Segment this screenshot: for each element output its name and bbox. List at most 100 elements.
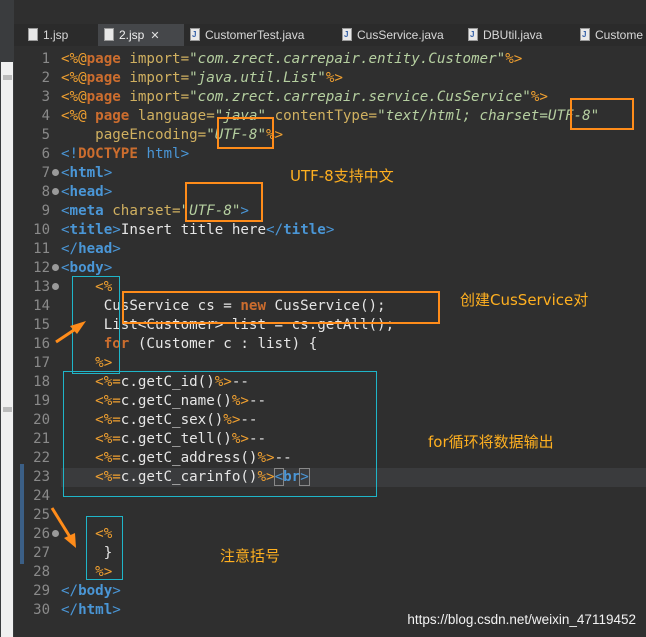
code-token: < — [61, 260, 70, 276]
line-number: 7 — [41, 165, 50, 181]
annotation-for-loop: for循环将数据输出 — [428, 433, 554, 451]
fold-toggle-icon[interactable] — [52, 283, 59, 290]
code-token: < — [61, 203, 70, 219]
code-token: > — [112, 583, 121, 599]
code-token: contentType= — [274, 108, 378, 124]
code-token: head — [78, 241, 113, 257]
code-token: </ — [61, 602, 79, 618]
fold-toggle-icon[interactable] — [52, 530, 59, 537]
code-line: <%@page import="com.zrect.carrepair.enti… — [61, 50, 646, 69]
code-token: "com.zrect.carrepair.service.CusService" — [189, 89, 531, 105]
left-panel-strip — [0, 0, 14, 637]
line-number: 3 — [41, 89, 50, 105]
code-token: < — [61, 165, 70, 181]
line-number: 28 — [33, 564, 50, 580]
line-number: 21 — [33, 431, 50, 447]
highlight-box-meta-charset — [185, 182, 263, 222]
annotation-utf8: UTF-8支持中文 — [290, 167, 394, 185]
line-number: 27 — [33, 545, 50, 561]
line-number: 9 — [41, 203, 50, 219]
code-token: > — [112, 222, 121, 238]
annotation-brackets: 注意括号 — [220, 547, 281, 565]
code-token: "java.util.List" — [189, 70, 326, 86]
line-number: 1 — [41, 51, 50, 67]
panel-scroll-mark — [3, 75, 12, 80]
closing-scriptlet-box — [86, 516, 123, 580]
tab-dbutil-java[interactable]: DBUtil.java — [462, 24, 578, 46]
code-token: page — [95, 108, 130, 124]
code-token: page — [86, 89, 121, 105]
tab-label: 1.jsp — [43, 28, 69, 42]
code-line: %> — [61, 563, 646, 582]
code-token: import= — [129, 89, 190, 105]
code-line: <%@page import="java.util.List"%> — [61, 69, 646, 88]
tab-label: CusService.java — [357, 28, 444, 42]
code-token: DOCTYPE — [78, 146, 138, 162]
code-line: <%@ page language="java" contentType="te… — [61, 107, 646, 126]
line-number: 22 — [33, 450, 50, 466]
scriptlet-region-box — [72, 276, 120, 374]
fold-toggle-icon[interactable] — [52, 264, 59, 271]
java-file-icon — [190, 24, 200, 46]
tab-label: 2.jsp — [119, 28, 145, 42]
close-tab-icon[interactable]: ✕ — [150, 30, 159, 42]
tab-2-jsp[interactable]: 2.jsp ✕ — [98, 24, 184, 46]
line-number: 29 — [33, 583, 50, 599]
line-number: 15 — [33, 317, 50, 333]
tab-customertest-java[interactable]: CustomerTest.java — [182, 24, 340, 46]
line-number: 8 — [41, 184, 50, 200]
highlight-box-cusservice — [122, 291, 440, 324]
tab-label: Custome — [595, 28, 644, 42]
code-line: <% — [61, 525, 646, 544]
code-token: %> — [325, 70, 343, 86]
code-token: <%@ — [61, 70, 87, 86]
line-number: 4 — [41, 108, 50, 124]
code-token: html — [78, 602, 113, 618]
editor-tab-bar: 1.jsp 2.jsp ✕ CustomerTest.java CusServic… — [14, 24, 646, 46]
line-number: 18 — [33, 374, 50, 390]
code-line: </body> — [61, 582, 646, 601]
tab-1-jsp[interactable]: 1.jsp — [20, 24, 100, 46]
code-token: import= — [129, 51, 190, 67]
code-token: Insert title here — [120, 222, 267, 238]
code-token: %> — [530, 89, 548, 105]
code-line: <title>Insert title here</title> — [61, 221, 646, 240]
code-token: <%@ — [61, 108, 87, 124]
code-token: body — [69, 260, 104, 276]
code-token: > — [103, 184, 113, 200]
code-token: import= — [129, 70, 190, 86]
code-token: </ — [61, 241, 79, 257]
fold-toggle-icon[interactable] — [52, 169, 59, 176]
annotation-create-object: 创建CusService对 — [460, 291, 589, 309]
line-number: 16 — [33, 336, 50, 352]
panel-scroll-mark — [3, 407, 12, 412]
line-number: 23 — [33, 469, 50, 485]
code-token: language= — [137, 108, 215, 124]
code-token: > — [103, 165, 113, 181]
code-token: > — [180, 146, 190, 162]
code-token: "text/html; charset= — [377, 108, 548, 124]
code-token: "com.zrect.carrepair.entity.Customer" — [189, 51, 506, 67]
code-token: <%@ — [61, 51, 87, 67]
tab-customer-java[interactable]: Custome — [574, 24, 646, 46]
line-number: 2 — [41, 70, 50, 86]
watermark: https://blog.csdn.net/weixin_47119452 — [407, 612, 636, 627]
code-token: < — [61, 184, 70, 200]
code-token: %> — [505, 51, 523, 67]
code-line: <meta charset="UTF-8"> — [61, 202, 646, 221]
code-token: html — [146, 146, 181, 162]
code-token: </ — [266, 222, 284, 238]
tab-cusservice-java[interactable]: CusService.java — [334, 24, 462, 46]
line-number: 5 — [41, 127, 50, 143]
code-line: </head> — [61, 240, 646, 259]
fold-toggle-icon[interactable] — [52, 188, 59, 195]
jsp-file-icon — [104, 28, 114, 41]
code-token: html — [69, 165, 104, 181]
jsp-file-icon — [28, 28, 38, 41]
line-number: 19 — [33, 393, 50, 409]
code-token: > — [112, 602, 121, 618]
line-number: 20 — [33, 412, 50, 428]
code-line: } — [61, 544, 646, 563]
code-token: charset= — [112, 203, 181, 219]
code-token: pageEncoding= — [95, 127, 207, 143]
